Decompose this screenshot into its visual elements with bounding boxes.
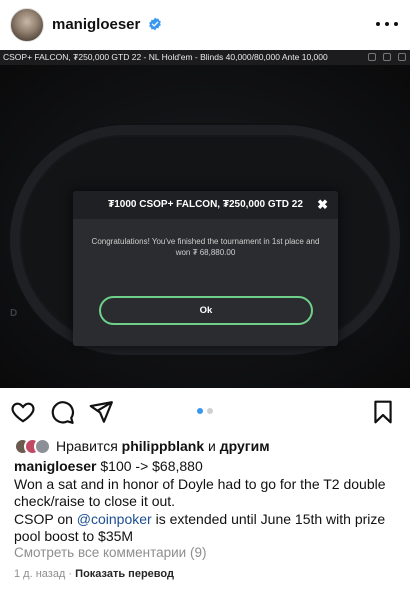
show-translation-link[interactable]: Показать перевод <box>75 568 174 580</box>
dialog-message: Congratulations! You've finished the tou… <box>91 237 320 257</box>
liker-avatar <box>34 437 51 455</box>
verified-icon <box>149 17 161 31</box>
likes-text: Нравится philippblank и другим <box>56 438 270 454</box>
meta-separator: · <box>68 568 73 580</box>
close-icon[interactable]: ✖ <box>317 197 328 213</box>
poker-window-title: CSOP+ FALCON, ₮250,000 GTD 22 - NL Hold'… <box>3 52 328 62</box>
ok-button[interactable]: Ok <box>99 296 313 325</box>
carousel-indicator <box>197 408 213 414</box>
send-icon[interactable] <box>88 399 114 425</box>
post-time: 1 д. назад <box>14 568 66 580</box>
bookmark-icon[interactable] <box>370 399 396 425</box>
post-media[interactable]: CSOP+ FALCON, ₮250,000 GTD 22 - NL Hold'… <box>0 50 410 388</box>
post-username[interactable]: manigloeser <box>52 16 140 33</box>
more-options-icon[interactable] <box>376 14 398 34</box>
heart-icon[interactable] <box>10 399 36 425</box>
caption-line-1: $100 -> $68,880 <box>100 458 203 474</box>
caption-mention[interactable]: @coinpoker <box>77 511 152 527</box>
post-header: manigloeser <box>0 0 410 50</box>
post-caption: manigloeser $100 -> $68,880 Won a sat an… <box>14 458 400 546</box>
tournament-result-dialog: ₮1000 CSOP+ FALCON, ₮250,000 GTD 22 ✖ Co… <box>73 191 338 346</box>
dialog-title: ₮1000 CSOP+ FALCON, ₮250,000 GTD 22 <box>73 191 338 219</box>
likes-prefix: Нравится <box>56 438 118 454</box>
view-all-comments-link[interactable]: Смотреть все комментарии (9) <box>14 545 206 560</box>
avatar[interactable] <box>10 8 44 42</box>
window-controls <box>368 53 406 61</box>
liker-username[interactable]: philippblank <box>122 438 204 454</box>
likes-conjunction: и <box>208 438 216 454</box>
likes-others[interactable]: другим <box>220 438 270 454</box>
caption-username[interactable]: manigloeser <box>14 458 96 474</box>
caption-line-2: Won a sat and in honor of Doyle had to g… <box>14 475 386 510</box>
dealer-seat-label: D <box>10 308 18 319</box>
likes-row[interactable]: Нравится philippblank и другим <box>14 436 270 456</box>
action-bar <box>0 395 410 429</box>
poker-window-titlebar: CSOP+ FALCON, ₮250,000 GTD 22 - NL Hold'… <box>0 50 410 65</box>
post-meta: 1 д. назад · Показать перевод <box>14 568 174 580</box>
caption-line-3-pre: CSOP on <box>14 510 77 527</box>
comment-icon[interactable] <box>49 399 75 425</box>
